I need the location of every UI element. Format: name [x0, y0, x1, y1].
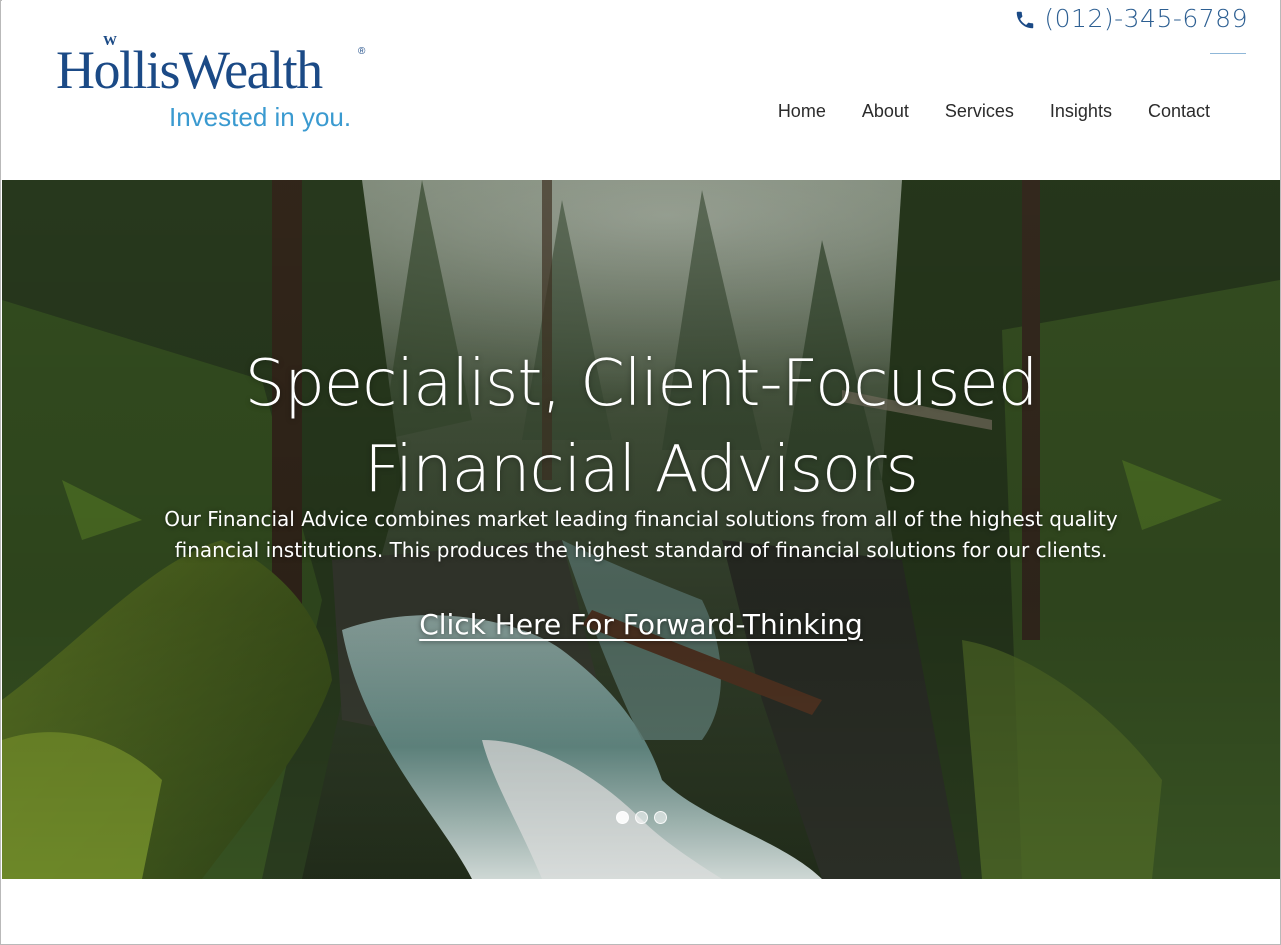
- site-header: W HollisWealth ® Invested in you. (012)-…: [2, 0, 1280, 180]
- hero-title-line-2: Financial Advisors: [364, 432, 919, 507]
- main-nav: Home About Services Insights Contact: [778, 101, 1210, 122]
- hero-title: Specialist, Client-Focused Financial Adv…: [2, 341, 1280, 513]
- phone-icon: [1014, 8, 1036, 30]
- hero-slider: Specialist, Client-Focused Financial Adv…: [2, 180, 1280, 879]
- phone-number: (012)-345-6789: [1044, 4, 1248, 33]
- registered-mark: ®: [358, 46, 366, 57]
- forward-thinking-link[interactable]: Click Here For Forward-Thinking: [2, 608, 1280, 641]
- slide-dot-2[interactable]: [635, 811, 648, 824]
- hero-title-line-1: Specialist, Client-Focused: [244, 346, 1039, 421]
- nav-services[interactable]: Services: [945, 101, 1014, 122]
- hollis-wealth-logo[interactable]: W HollisWealth ® Invested in you.: [56, 34, 376, 136]
- slider-dots: [616, 811, 667, 824]
- nav-contact[interactable]: Contact: [1148, 101, 1210, 122]
- phone-divider: [1210, 53, 1246, 54]
- slide-dot-3[interactable]: [654, 811, 667, 824]
- slide-dot-1[interactable]: [616, 811, 629, 824]
- logo-tagline: Invested in you.: [169, 102, 352, 132]
- phone-link[interactable]: (012)-345-6789: [1014, 4, 1248, 33]
- logo-wordmark: HollisWealth: [56, 40, 323, 100]
- nav-insights[interactable]: Insights: [1050, 101, 1112, 122]
- hero-subtitle: Our Financial Advice combines market lea…: [164, 507, 1118, 562]
- content-area: [2, 879, 1280, 943]
- nav-home[interactable]: Home: [778, 101, 826, 122]
- nav-about[interactable]: About: [862, 101, 909, 122]
